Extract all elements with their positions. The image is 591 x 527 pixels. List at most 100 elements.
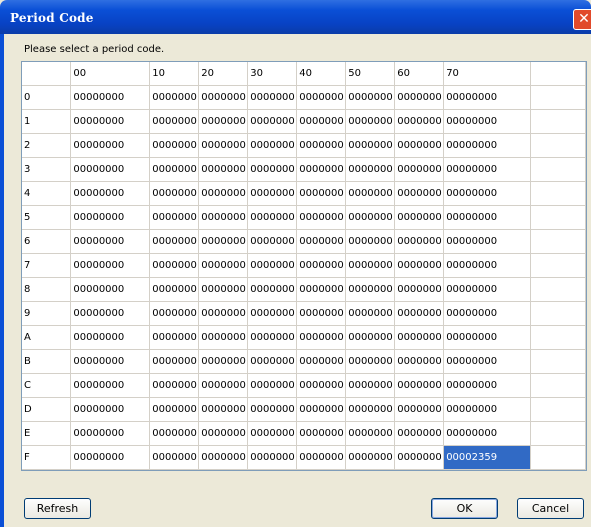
- code-cell[interactable]: 00000000: [70, 133, 151, 158]
- code-cell[interactable]: 00000000: [443, 109, 532, 134]
- code-cell[interactable]: 0000000: [345, 253, 396, 278]
- code-cell[interactable]: 00000000: [443, 325, 532, 350]
- code-cell[interactable]: 0000000: [247, 421, 298, 446]
- code-cell[interactable]: 0000000: [247, 133, 298, 158]
- code-cell[interactable]: 0000000: [149, 277, 200, 302]
- code-cell[interactable]: 0000000: [345, 301, 396, 326]
- code-cell[interactable]: 0000000: [247, 373, 298, 398]
- code-cell[interactable]: 0000000: [394, 445, 445, 470]
- code-cell[interactable]: 0000000: [345, 157, 396, 182]
- code-cell[interactable]: 0000000: [394, 349, 445, 374]
- code-cell[interactable]: 0000000: [296, 373, 347, 398]
- ok-button[interactable]: OK: [431, 498, 498, 519]
- code-cell[interactable]: 0000000: [394, 181, 445, 206]
- code-cell[interactable]: 0000000: [247, 445, 298, 470]
- code-cell[interactable]: 0000000: [394, 133, 445, 158]
- code-cell[interactable]: 0000000: [149, 253, 200, 278]
- code-cell[interactable]: 00000000: [70, 277, 151, 302]
- code-cell[interactable]: 0000000: [198, 277, 249, 302]
- code-cell[interactable]: 0000000: [198, 445, 249, 470]
- cancel-button[interactable]: Cancel: [517, 498, 584, 519]
- code-cell[interactable]: 00000000: [443, 181, 532, 206]
- code-cell[interactable]: 0000000: [296, 133, 347, 158]
- code-cell[interactable]: 0000000: [198, 373, 249, 398]
- code-cell[interactable]: 0000000: [345, 373, 396, 398]
- code-cell[interactable]: 0000000: [345, 277, 396, 302]
- code-cell[interactable]: 0000000: [394, 421, 445, 446]
- code-cell[interactable]: 0000000: [296, 85, 347, 110]
- code-cell[interactable]: 0000000: [198, 157, 249, 182]
- code-cell[interactable]: 0000000: [296, 109, 347, 134]
- code-cell[interactable]: 0000000: [247, 181, 298, 206]
- code-cell[interactable]: 00000000: [70, 421, 151, 446]
- code-cell[interactable]: 0000000: [247, 109, 298, 134]
- code-cell[interactable]: 0000000: [345, 205, 396, 230]
- code-cell[interactable]: 00000000: [443, 229, 532, 254]
- code-cell[interactable]: 0000000: [198, 301, 249, 326]
- code-cell[interactable]: 00000000: [443, 253, 532, 278]
- code-cell[interactable]: 0000000: [198, 181, 249, 206]
- code-cell[interactable]: 00000000: [70, 109, 151, 134]
- code-cell[interactable]: 0000000: [247, 205, 298, 230]
- code-cell[interactable]: 0000000: [247, 253, 298, 278]
- code-cell[interactable]: 0000000: [345, 109, 396, 134]
- period-code-grid[interactable]: 00 10 20 30 40 50 60 70 0 00000000 0000000 0000000…: [21, 61, 587, 471]
- code-cell[interactable]: 00000000: [70, 157, 151, 182]
- code-cell[interactable]: 0000000: [149, 133, 200, 158]
- title-bar[interactable]: Period Code ✕: [0, 0, 591, 34]
- code-cell[interactable]: 0000000: [149, 349, 200, 374]
- code-cell[interactable]: 0000000: [296, 229, 347, 254]
- code-cell[interactable]: 0000000: [198, 397, 249, 422]
- code-cell[interactable]: 00000000: [70, 301, 151, 326]
- code-cell[interactable]: 0000000: [296, 205, 347, 230]
- code-cell[interactable]: 0000000: [296, 397, 347, 422]
- code-cell[interactable]: 0000000: [198, 229, 249, 254]
- code-cell[interactable]: 0000000: [247, 301, 298, 326]
- code-cell[interactable]: 0000000: [345, 229, 396, 254]
- code-cell[interactable]: 00000000: [70, 205, 151, 230]
- code-cell[interactable]: 00000000: [70, 229, 151, 254]
- code-cell[interactable]: 0000000: [198, 85, 249, 110]
- code-cell[interactable]: 0000000: [345, 133, 396, 158]
- code-cell[interactable]: 0000000: [247, 349, 298, 374]
- code-cell[interactable]: 0000000: [247, 277, 298, 302]
- code-cell[interactable]: 0000000: [296, 349, 347, 374]
- code-cell[interactable]: 0000000: [247, 157, 298, 182]
- code-cell[interactable]: 0000000: [296, 325, 347, 350]
- code-cell[interactable]: 0000000: [198, 205, 249, 230]
- code-cell[interactable]: 0000000: [198, 109, 249, 134]
- code-cell[interactable]: 0000000: [394, 109, 445, 134]
- code-cell[interactable]: 0000000: [296, 445, 347, 470]
- code-cell[interactable]: 0000000: [149, 85, 200, 110]
- code-cell[interactable]: 0000000: [149, 445, 200, 470]
- code-cell[interactable]: 0000000: [296, 157, 347, 182]
- code-cell[interactable]: 0000000: [296, 421, 347, 446]
- code-cell[interactable]: 00000000: [70, 397, 151, 422]
- code-cell[interactable]: 0000000: [296, 253, 347, 278]
- code-cell[interactable]: 0000000: [394, 229, 445, 254]
- code-cell[interactable]: 0000000: [394, 373, 445, 398]
- code-cell[interactable]: 0000000: [345, 397, 396, 422]
- code-cell[interactable]: 0000000: [394, 277, 445, 302]
- code-cell[interactable]: 0000000: [198, 421, 249, 446]
- code-cell[interactable]: 0000000: [394, 85, 445, 110]
- code-cell[interactable]: 0000000: [198, 325, 249, 350]
- refresh-button[interactable]: Refresh: [24, 498, 91, 519]
- code-cell[interactable]: 00000000: [443, 349, 532, 374]
- code-cell[interactable]: 00000000: [443, 277, 532, 302]
- code-cell[interactable]: 00000000: [70, 349, 151, 374]
- code-cell[interactable]: 0000000: [247, 325, 298, 350]
- code-cell[interactable]: 0000000: [394, 205, 445, 230]
- code-cell[interactable]: 0000000: [296, 277, 347, 302]
- code-cell[interactable]: 0000000: [345, 85, 396, 110]
- code-cell[interactable]: 00000000: [443, 85, 532, 110]
- close-button[interactable]: ✕: [573, 9, 591, 30]
- code-cell[interactable]: 0000000: [296, 301, 347, 326]
- code-cell[interactable]: 0000000: [345, 181, 396, 206]
- code-cell[interactable]: 0000000: [198, 253, 249, 278]
- code-cell[interactable]: 0000000: [149, 397, 200, 422]
- code-cell[interactable]: 0000000: [247, 229, 298, 254]
- code-cell[interactable]: 0000000: [394, 397, 445, 422]
- code-cell[interactable]: 0000000: [149, 421, 200, 446]
- code-cell[interactable]: 00000000: [443, 205, 532, 230]
